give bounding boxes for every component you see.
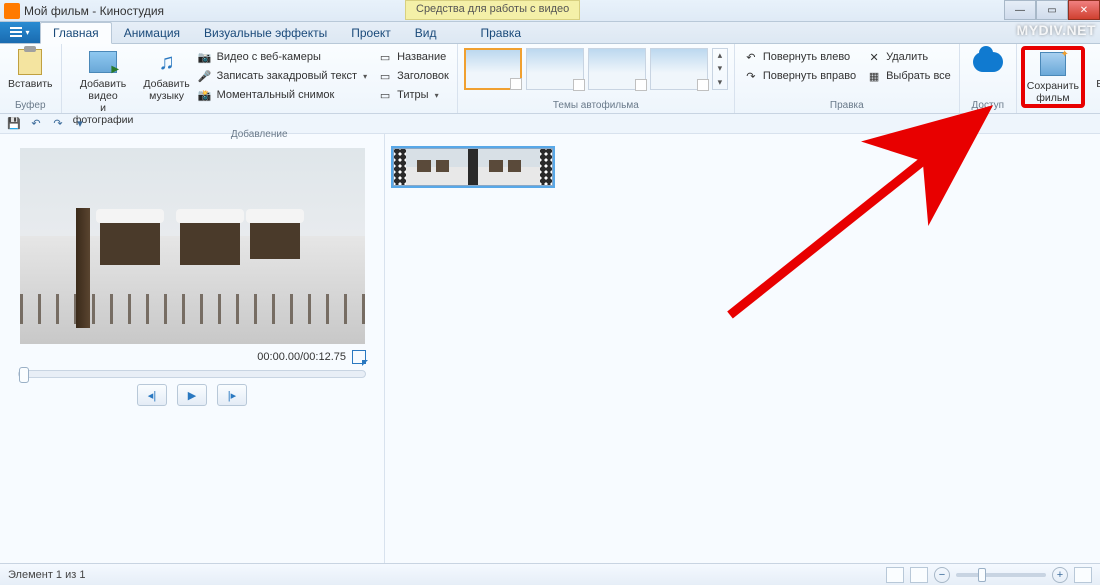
next-frame-button[interactable]: |▸ (217, 384, 247, 406)
group-finish: Сохранить фильм Войти (1017, 44, 1100, 113)
playback-time: 00:00.00/00:12.75 (257, 351, 346, 363)
prev-frame-button[interactable]: ◂| (137, 384, 167, 406)
title-button[interactable]: ▭Название (373, 48, 453, 66)
zoom-thumb[interactable] (978, 568, 986, 582)
group-share: Доступ (960, 44, 1017, 113)
play-button[interactable]: ▶ (177, 384, 207, 406)
paste-button[interactable]: Вставить (4, 46, 57, 92)
tab-home[interactable]: Главная (40, 22, 112, 44)
film-plus-icon (89, 51, 117, 73)
select-all-button[interactable]: ▦Выбрать все (862, 67, 955, 85)
title-bar: Мой фильм - Киностудия Средства для рабо… (0, 0, 1100, 22)
music-note-icon: ♫ (158, 49, 175, 74)
delete-icon: ✕ (866, 49, 882, 65)
tab-animation[interactable]: Анимация (112, 23, 192, 43)
clip-thumbnail (406, 149, 468, 185)
status-bar: Элемент 1 из 1 − + (0, 563, 1100, 585)
group-buffer-label: Буфер (4, 99, 57, 113)
zoom-out-button[interactable]: − (934, 567, 950, 583)
webcam-button[interactable]: 📷Видео с веб-камеры (193, 48, 372, 66)
status-text: Элемент 1 из 1 (8, 569, 85, 581)
signin-button[interactable]: Войти (1087, 46, 1100, 92)
signin-label: Войти (1096, 78, 1100, 90)
camera-icon: 📸 (197, 87, 213, 103)
tab-edit-context[interactable]: Правка (468, 23, 533, 43)
rotate-left-icon: ↶ (743, 49, 759, 65)
theme-4[interactable] (650, 48, 708, 90)
caption-button[interactable]: ▭Заголовок (373, 67, 453, 85)
rotate-right-button[interactable]: ↷Повернуть вправо (739, 67, 860, 85)
tab-view[interactable]: Вид (403, 23, 449, 43)
film-sprocket-icon (540, 149, 552, 185)
tab-project[interactable]: Проект (339, 23, 403, 43)
credits-icon: ▭ (377, 87, 393, 103)
save-movie-icon (1040, 52, 1066, 76)
file-menu-button[interactable] (0, 21, 40, 43)
workspace: 00:00.00/00:12.75 ◂| ▶ |▸ (0, 134, 1100, 563)
clip-thumbnail (478, 149, 540, 185)
tab-effects[interactable]: Визуальные эффекты (192, 23, 339, 43)
ribbon: Вставить Буфер Добавить видео и фотограф… (0, 44, 1100, 114)
group-edit: ↶Повернуть влево ↷Повернуть вправо ✕Удал… (735, 44, 960, 113)
narration-button[interactable]: 🎤Записать закадровый текст (193, 67, 372, 85)
zoom-fit-button[interactable] (1074, 567, 1092, 583)
scrub-thumb[interactable] (19, 367, 29, 383)
group-edit-label: Правка (739, 99, 955, 113)
theme-1[interactable] (464, 48, 522, 90)
add-music-button[interactable]: ♫ Добавить музыку (143, 46, 191, 104)
select-all-icon: ▦ (866, 68, 882, 84)
theme-2[interactable] (526, 48, 584, 90)
ribbon-tab-row: Главная Анимация Визуальные эффекты Прое… (0, 22, 1100, 44)
onedrive-button[interactable] (964, 46, 1012, 80)
view-thumbnails-button[interactable] (886, 567, 904, 583)
paste-label: Вставить (8, 78, 53, 90)
clipboard-icon (18, 49, 42, 75)
cloud-icon (973, 52, 1003, 72)
minimize-button[interactable]: — (1004, 0, 1036, 20)
fullscreen-button[interactable] (352, 350, 366, 364)
group-themes: ▴▾▾ Темы автофильма (458, 44, 735, 113)
qat-customize-button[interactable]: ▾ (72, 116, 88, 132)
preview-pane: 00:00.00/00:12.75 ◂| ▶ |▸ (0, 134, 384, 563)
view-details-button[interactable] (910, 567, 928, 583)
rotate-left-button[interactable]: ↶Повернуть влево (739, 48, 860, 66)
add-music-label: Добавить музыку (143, 78, 189, 102)
snapshot-button[interactable]: 📸Моментальный снимок (193, 86, 372, 104)
qat-save-button[interactable]: 💾 (6, 116, 22, 132)
video-preview[interactable] (20, 148, 365, 344)
save-movie-label: Сохранить фильм (1027, 80, 1079, 104)
close-button[interactable]: ✕ (1068, 0, 1100, 20)
delete-button[interactable]: ✕Удалить (862, 48, 955, 66)
webcam-icon: 📷 (197, 49, 213, 65)
save-movie-button[interactable]: Сохранить фильм (1021, 46, 1085, 108)
group-themes-label: Темы автофильма (462, 99, 730, 113)
contextual-tab-label: Средства для работы с видео (405, 0, 580, 20)
qat-undo-button[interactable]: ↶ (28, 116, 44, 132)
microphone-icon: 🎤 (197, 68, 213, 84)
group-share-label: Доступ (964, 99, 1012, 113)
zoom-in-button[interactable]: + (1052, 567, 1068, 583)
title-icon: ▭ (377, 49, 393, 65)
caption-icon: ▭ (377, 68, 393, 84)
window-title: Мой фильм - Киностудия (24, 4, 164, 18)
rotate-right-icon: ↷ (743, 68, 759, 84)
film-sprocket-icon (394, 149, 406, 185)
scrub-slider[interactable] (18, 370, 366, 378)
theme-gallery-more[interactable]: ▴▾▾ (712, 48, 728, 90)
timeline-pane[interactable] (384, 134, 1100, 563)
maximize-button[interactable]: ▭ (1036, 0, 1068, 20)
app-icon (4, 3, 20, 19)
credits-button[interactable]: ▭Титры (373, 86, 453, 104)
group-add: Добавить видео и фотографии ♫ Добавить м… (62, 44, 458, 113)
qat-redo-button[interactable]: ↷ (50, 116, 66, 132)
group-buffer: Вставить Буфер (0, 44, 62, 113)
theme-3[interactable] (588, 48, 646, 90)
zoom-slider[interactable] (956, 573, 1046, 577)
timeline-clip[interactable] (393, 148, 553, 186)
theme-gallery[interactable]: ▴▾▾ (462, 46, 730, 92)
